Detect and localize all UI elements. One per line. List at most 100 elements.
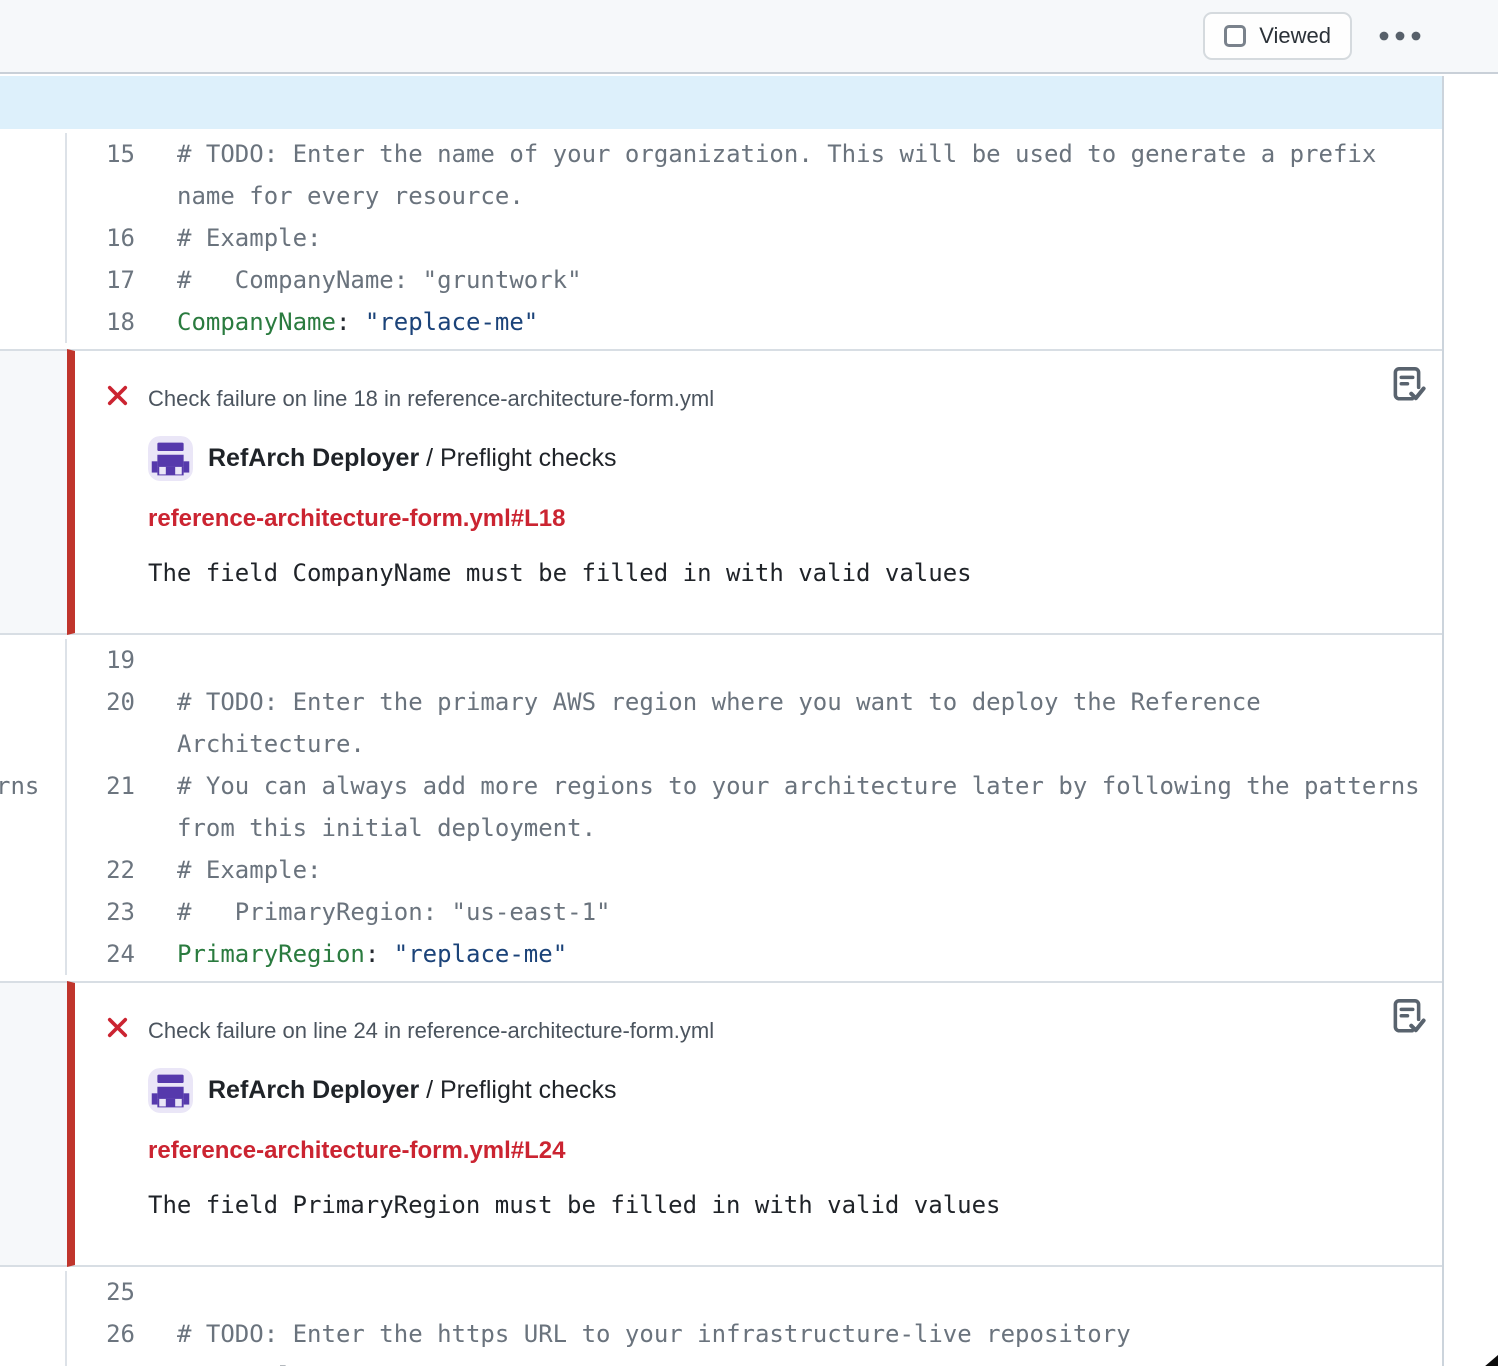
yaml-comment: # TODO: Enter the name of your organizat…: [177, 140, 1391, 210]
yaml-comment: # CompanyName: "gruntwork": [177, 266, 582, 294]
line-number[interactable]: 18: [67, 301, 151, 343]
code-line: 27 # Example:: [0, 1355, 1442, 1366]
check-name: / Preflight checks: [419, 444, 616, 472]
line-number[interactable]: 23: [67, 891, 151, 933]
code-chunk: 19 20 # TODO: Enter the primary AWS regio…: [0, 635, 1442, 981]
annotation-app-row: RefArch Deployer / Preflight checks: [148, 1068, 1382, 1113]
code-text: # Example:: [151, 1355, 1442, 1366]
yaml-key: CompanyName: [177, 308, 336, 336]
line-number[interactable]: 16: [67, 217, 151, 259]
yaml-string-value: "replace-me": [394, 940, 567, 968]
annotation-file-link[interactable]: reference-architecture-form.yml#L24: [148, 1137, 566, 1165]
yaml-comment: # You can always add more regions to you…: [177, 772, 1434, 842]
yaml-comment: # TODO: Enter the https URL to your infr…: [177, 1320, 1131, 1348]
left-pane: [0, 891, 67, 933]
check-name: / Preflight checks: [419, 1076, 616, 1104]
left-pane-fragment: rns: [0, 765, 39, 807]
annotation-file-link[interactable]: reference-architecture-form.yml#L18: [148, 505, 566, 533]
tasklist-icon: [1388, 1023, 1426, 1038]
check-app-avatar: [148, 1068, 193, 1113]
code-line: 23 # PrimaryRegion: "us-east-1": [0, 891, 1442, 933]
left-pane: [0, 1355, 67, 1366]
viewed-label: Viewed: [1259, 23, 1331, 49]
left-pane: [0, 217, 67, 259]
yaml-colon: :: [365, 940, 379, 968]
line-number[interactable]: 22: [67, 849, 151, 891]
code-text: # Example:: [151, 217, 1442, 259]
line-number[interactable]: 21: [67, 765, 151, 807]
check-annotation: Check failure on line 18 in reference-ar…: [67, 349, 1442, 635]
viewed-checkbox[interactable]: [1224, 25, 1246, 47]
check-annotation-row: Check failure on line 18 in reference-ar…: [0, 349, 1442, 635]
code-line: 24PrimaryRegion: "replace-me": [0, 933, 1442, 975]
check-app-avatar: [148, 436, 193, 481]
line-number[interactable]: 27: [67, 1355, 151, 1366]
annotation-check-title: RefArch Deployer / Preflight checks: [208, 444, 616, 473]
code-line: 19: [0, 639, 1442, 681]
annotation-left-gutter: [0, 349, 67, 635]
code-line: 22 # Example:: [0, 849, 1442, 891]
yaml-comment: # Example:: [177, 224, 322, 252]
code-text: # TODO: Enter the https URL to your infr…: [151, 1313, 1442, 1355]
kebab-horizontal-icon: [1378, 30, 1422, 42]
more-options-button[interactable]: [1374, 22, 1426, 50]
code-text: # You can always add more regions to you…: [151, 765, 1442, 849]
annotation-title: Check failure on line 24 in reference-ar…: [148, 1018, 714, 1044]
code-text: PrimaryRegion: "replace-me": [151, 933, 1442, 975]
code-text: # CompanyName: "gruntwork": [151, 259, 1442, 301]
code-line: 18CompanyName: "replace-me": [0, 301, 1442, 343]
code-text: # TODO: Enter the name of your organizat…: [151, 133, 1442, 217]
code-text: # PrimaryRegion: "us-east-1": [151, 891, 1442, 933]
code-text: # Example:: [151, 849, 1442, 891]
code-text: [151, 1271, 1442, 1313]
line-number[interactable]: 20: [67, 681, 151, 723]
code-line: 16 # Example:: [0, 217, 1442, 259]
tasklist-icon-button[interactable]: [1384, 361, 1430, 410]
code-line: 17 # CompanyName: "gruntwork": [0, 259, 1442, 301]
line-number[interactable]: 26: [67, 1313, 151, 1355]
annotation-header: Check failure on line 24 in reference-ar…: [105, 1015, 1382, 1046]
line-number[interactable]: 17: [67, 259, 151, 301]
left-pane: [0, 1313, 67, 1355]
yaml-comment: # TODO: Enter the primary AWS region whe…: [177, 688, 1275, 758]
annotation-message: The field PrimaryRegion must be filled i…: [148, 1191, 1382, 1219]
code-line: 25: [0, 1271, 1442, 1313]
annotation-app-row: RefArch Deployer / Preflight checks: [148, 436, 1382, 481]
check-failure-x-icon: [105, 383, 130, 414]
page: Viewed 15 # TODO: Enter the name of your …: [0, 0, 1498, 1366]
annotation-check-title: RefArch Deployer / Preflight checks: [208, 1076, 616, 1105]
annotation-header: Check failure on line 18 in reference-ar…: [105, 383, 1382, 414]
check-annotation-row: Check failure on line 24 in reference-ar…: [0, 981, 1442, 1267]
tasklist-icon-button[interactable]: [1384, 993, 1430, 1042]
file-header: Viewed: [0, 0, 1498, 74]
line-number[interactable]: 25: [67, 1271, 151, 1313]
tasklist-icon: [1388, 391, 1426, 406]
code-line: 26 # TODO: Enter the https URL to your in…: [0, 1313, 1442, 1355]
left-pane: [0, 933, 67, 975]
line-number[interactable]: 15: [67, 133, 151, 175]
annotation-title: Check failure on line 18 in reference-ar…: [148, 386, 714, 412]
left-pane: [0, 681, 67, 765]
left-pane: rns: [0, 765, 67, 849]
check-app-name: RefArch Deployer: [208, 1076, 419, 1104]
mouse-cursor: [1484, 1354, 1498, 1366]
left-pane: [0, 133, 67, 217]
line-number[interactable]: 24: [67, 933, 151, 975]
viewed-button[interactable]: Viewed: [1203, 12, 1352, 60]
left-pane: [0, 259, 67, 301]
code-chunk: 15 # TODO: Enter the name of your organiz…: [0, 129, 1442, 349]
line-number[interactable]: 19: [67, 639, 151, 681]
check-app-name: RefArch Deployer: [208, 444, 419, 472]
left-pane: [0, 1271, 67, 1313]
code-text: [151, 639, 1442, 681]
yaml-comment: # Example:: [177, 1362, 322, 1366]
code-line: rns 21 # You can always add more regions t…: [0, 765, 1442, 849]
code-line: 15 # TODO: Enter the name of your organiz…: [0, 133, 1442, 217]
annotation-left-gutter: [0, 981, 67, 1267]
yaml-comment: # PrimaryRegion: "us-east-1": [177, 898, 610, 926]
yaml-key: PrimaryRegion: [177, 940, 365, 968]
yaml-comment: # Example:: [177, 856, 322, 884]
yaml-string-value: "replace-me": [365, 308, 538, 336]
hunk-header-row[interactable]: [0, 76, 1442, 129]
left-pane: [0, 301, 67, 343]
